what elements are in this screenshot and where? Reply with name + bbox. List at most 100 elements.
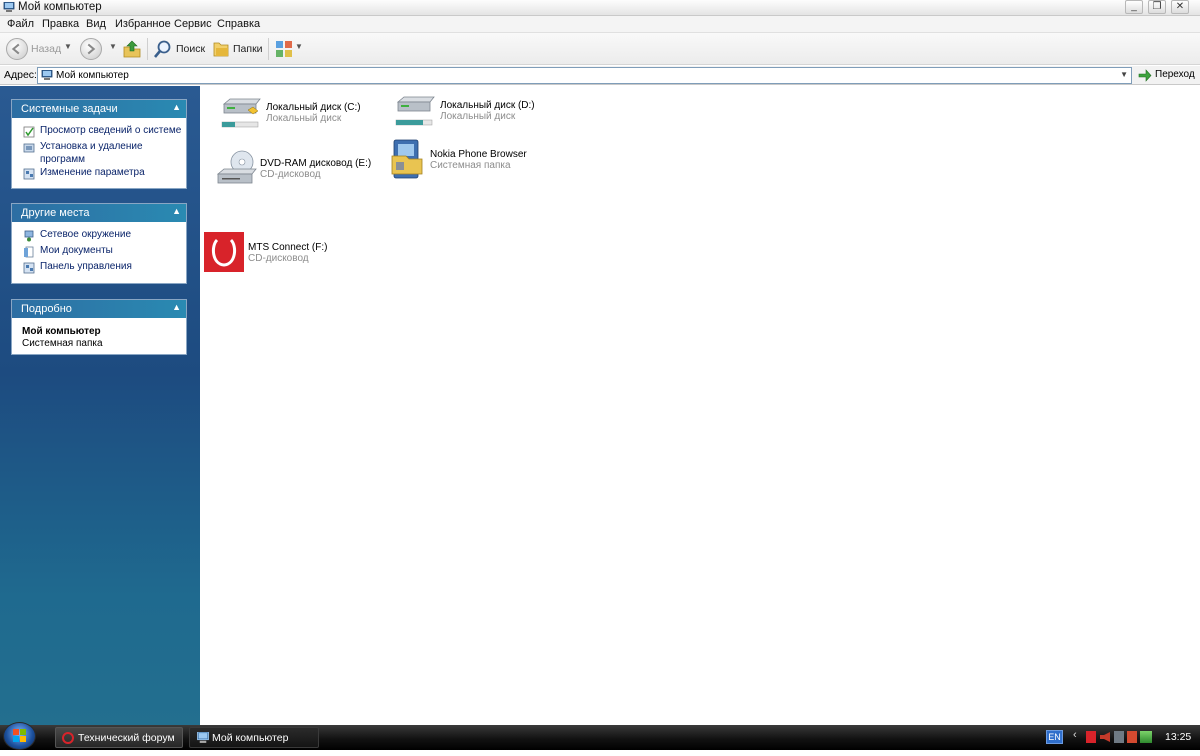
minimize-button[interactable]: _ xyxy=(1125,0,1143,14)
control-panel-link[interactable]: Панель управления xyxy=(12,260,186,276)
forward-arrow-icon xyxy=(87,43,96,55)
volume-icon[interactable] xyxy=(1100,732,1110,742)
item-name: MTS Connect (F:) xyxy=(248,242,328,253)
tray-app-icon[interactable] xyxy=(1127,731,1137,743)
item-type: Локальный диск xyxy=(440,111,516,122)
tray-app-icon[interactable] xyxy=(1114,731,1124,743)
my-computer-icon xyxy=(197,732,209,743)
back-dropdown-icon[interactable]: ▼ xyxy=(64,42,72,51)
control-panel-icon xyxy=(23,262,35,274)
search-button[interactable]: Поиск xyxy=(176,43,205,55)
hard-drive-icon xyxy=(221,98,261,128)
system-info-icon xyxy=(23,126,35,138)
chevron-up-icon[interactable]: ▲ xyxy=(172,102,181,112)
close-button[interactable]: ✕ xyxy=(1171,0,1189,14)
drive-c-item[interactable]: Локальный диск (C:) Локальный диск xyxy=(220,96,390,136)
dvd-drive-icon xyxy=(216,150,257,184)
mts-connect-icon xyxy=(204,232,244,272)
drive-f-item[interactable]: MTS Connect (F:) CD-дисковод xyxy=(204,232,374,274)
view-system-info-link[interactable]: Просмотр сведений о системе xyxy=(12,124,186,140)
change-setting-link[interactable]: Изменение параметра xyxy=(12,166,186,182)
link-label: Мои документы xyxy=(40,245,113,256)
add-remove-programs-link[interactable]: Установка и удаление программ xyxy=(12,140,186,166)
search-icon[interactable] xyxy=(153,39,173,59)
folders-icon[interactable] xyxy=(211,39,231,59)
item-name: Локальный диск (C:) xyxy=(266,102,361,113)
chevron-up-icon[interactable]: ▲ xyxy=(172,206,181,216)
task-label: Технический форум ... xyxy=(78,732,175,756)
menu-help[interactable]: Справка xyxy=(217,18,260,30)
item-type: Локальный диск xyxy=(266,113,342,124)
address-input[interactable]: Мой компьютер ▼ xyxy=(37,67,1132,84)
toolbar-separator xyxy=(147,38,148,60)
opera-icon xyxy=(62,732,74,744)
content-area: Локальный диск (C:) Локальный диск Локал… xyxy=(200,86,1200,725)
up-folder-icon[interactable] xyxy=(122,39,142,59)
link-label: Сетевое окружение xyxy=(40,229,132,240)
other-places-header[interactable]: Другие места ▲ xyxy=(12,204,186,222)
forward-dropdown-icon[interactable]: ▼ xyxy=(109,42,117,51)
my-documents-link[interactable]: Мои документы xyxy=(12,244,186,260)
item-type: CD-дисковод xyxy=(260,169,321,180)
network-places-link[interactable]: Сетевое окружение xyxy=(12,228,186,244)
documents-icon xyxy=(24,246,34,258)
window-title: Мой компьютер xyxy=(18,1,102,13)
address-dropdown-icon[interactable]: ▼ xyxy=(1120,70,1128,79)
task-pane: Системные задачи ▲ Просмотр сведений о с… xyxy=(0,86,200,725)
nokia-phone-browser-item[interactable]: Nokia Phone Browser Системная папка xyxy=(390,138,560,182)
menu-edit[interactable]: Правка xyxy=(42,18,79,30)
go-arrow-icon[interactable] xyxy=(1138,69,1152,82)
language-indicator[interactable]: EN xyxy=(1046,730,1063,744)
menu-favorites[interactable]: Избранное xyxy=(115,18,171,30)
forward-button[interactable] xyxy=(80,38,102,60)
item-name: DVD-RAM дисковод (E:) xyxy=(260,158,372,169)
my-computer-icon xyxy=(41,70,53,80)
menu-view[interactable]: Вид xyxy=(86,18,106,30)
system-tasks-header[interactable]: Системные задачи ▲ xyxy=(12,100,186,118)
menu-tools[interactable]: Сервис xyxy=(174,18,212,30)
windows-logo-icon xyxy=(13,729,26,742)
tray-network-icon[interactable] xyxy=(1140,731,1152,743)
views-dropdown-icon[interactable]: ▼ xyxy=(295,42,303,51)
chevron-up-icon[interactable]: ▲ xyxy=(172,302,181,312)
drive-d-item[interactable]: Локальный диск (D:) Локальный диск xyxy=(394,94,564,134)
taskbar-item-browser[interactable]: Технический форум ... xyxy=(55,727,183,756)
menu-bar: Файл Правка Вид Избранное Сервис Справка xyxy=(0,16,1200,33)
menu-file[interactable]: Файл xyxy=(7,18,34,30)
back-arrow-icon xyxy=(11,43,20,55)
details-header[interactable]: Подробно ▲ xyxy=(12,300,186,318)
tray-expand-icon[interactable]: ‹ xyxy=(1073,729,1077,741)
drive-c-usage-fill xyxy=(222,122,235,127)
drive-e-item[interactable]: DVD-RAM дисковод (E:) CD-дисковод xyxy=(216,150,386,190)
link-label: Просмотр сведений о системе xyxy=(40,125,182,136)
task-label: Мой компьютер xyxy=(212,732,289,744)
control-panel-icon xyxy=(23,168,35,180)
go-button[interactable]: Переход xyxy=(1155,69,1195,80)
back-label: Назад xyxy=(31,43,62,55)
hard-drive-icon xyxy=(395,96,435,126)
details-panel: Подробно ▲ Мой компьютер Системная папка xyxy=(11,299,187,355)
drive-d-usage-fill xyxy=(396,120,423,125)
start-button[interactable] xyxy=(3,722,36,750)
details-title: Подробно xyxy=(21,303,72,315)
address-value: Мой компьютер xyxy=(56,70,129,81)
folders-button[interactable]: Папки xyxy=(233,43,263,55)
back-button[interactable] xyxy=(6,38,28,60)
network-icon xyxy=(24,230,34,242)
toolbar: Назад ▼ ▼ Поиск Папки ▼ xyxy=(0,33,1200,65)
my-computer-icon xyxy=(3,2,15,12)
tray-app-icon[interactable] xyxy=(1086,731,1096,743)
item-name: Локальный диск (D:) xyxy=(440,100,535,111)
details-type: Системная папка xyxy=(22,338,103,349)
views-icon[interactable] xyxy=(275,40,293,58)
restore-button[interactable]: ❐ xyxy=(1148,0,1166,14)
nokia-phone-browser-icon xyxy=(391,139,423,179)
details-name: Мой компьютер xyxy=(22,326,101,337)
taskbar-item-my-computer[interactable]: Мой компьютер xyxy=(189,727,319,748)
address-label: Адрес: xyxy=(4,69,37,81)
system-tasks-panel: Системные задачи ▲ Просмотр сведений о с… xyxy=(11,99,187,189)
item-name: Nokia Phone Browser xyxy=(430,149,527,160)
title-bar: Мой компьютер _ ❐ ✕ xyxy=(0,0,1200,16)
item-type: CD-дисковод xyxy=(248,253,309,264)
address-bar: Адрес: Мой компьютер ▼ Переход xyxy=(0,66,1200,85)
